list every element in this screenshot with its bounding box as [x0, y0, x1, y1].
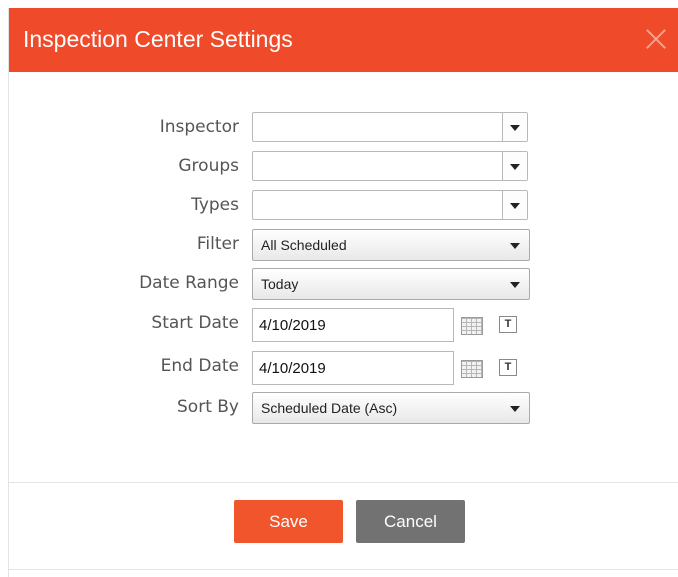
sort-by-label: Sort By [177, 397, 239, 417]
end-date-label: End Date [160, 356, 239, 376]
today-button[interactable]: T [499, 316, 517, 333]
inspector-label: Inspector [159, 117, 239, 137]
close-icon[interactable] [645, 28, 667, 50]
date-range-select[interactable]: Today [252, 268, 530, 300]
chevron-down-icon [510, 406, 520, 412]
date-range-row: Date Range Today [9, 268, 678, 300]
chevron-down-icon [510, 282, 520, 288]
bottom-divider [9, 569, 678, 570]
groups-dropdown-button[interactable] [502, 152, 527, 180]
cancel-button[interactable]: Cancel [356, 500, 465, 543]
today-button[interactable]: T [499, 359, 517, 376]
inspector-dropdown-button[interactable] [502, 113, 527, 141]
inspector-combobox[interactable] [252, 112, 528, 142]
sort-by-value: Scheduled Date (Asc) [261, 400, 398, 416]
start-date-row: Start Date 4/10/2019 T [9, 308, 678, 342]
chevron-down-icon [510, 203, 520, 209]
start-date-input[interactable]: 4/10/2019 [252, 308, 454, 342]
groups-combobox[interactable] [252, 151, 528, 181]
types-row: Types [9, 190, 678, 222]
filter-value: All Scheduled [261, 237, 347, 253]
chevron-down-icon [510, 125, 520, 131]
calendar-icon[interactable] [461, 360, 483, 378]
dialog-header: Inspection Center Settings [9, 8, 678, 72]
end-date-input[interactable]: 4/10/2019 [252, 351, 454, 385]
inspector-row: Inspector [9, 112, 678, 144]
groups-label: Groups [178, 156, 239, 176]
end-date-row: End Date 4/10/2019 T [9, 351, 678, 385]
footer-divider [9, 482, 678, 483]
chevron-down-icon [510, 243, 520, 249]
types-dropdown-button[interactable] [502, 191, 527, 219]
end-date-value: 4/10/2019 [259, 360, 326, 377]
date-range-label: Date Range [139, 273, 239, 293]
sort-by-select[interactable]: Scheduled Date (Asc) [252, 392, 530, 424]
filter-label: Filter [196, 234, 239, 254]
date-range-value: Today [261, 276, 299, 292]
save-button[interactable]: Save [234, 500, 343, 543]
groups-row: Groups [9, 151, 678, 183]
dialog-title: Inspection Center Settings [23, 26, 293, 52]
start-date-value: 4/10/2019 [259, 317, 326, 334]
filter-select[interactable]: All Scheduled [252, 229, 530, 261]
filter-row: Filter All Scheduled [9, 229, 678, 261]
types-label: Types [191, 195, 239, 215]
sort-by-row: Sort By Scheduled Date (Asc) [9, 392, 678, 424]
calendar-icon[interactable] [461, 317, 483, 335]
start-date-label: Start Date [151, 313, 239, 333]
types-combobox[interactable] [252, 190, 528, 220]
settings-dialog: Inspection Center Settings Inspector Gro… [8, 8, 678, 577]
chevron-down-icon [510, 164, 520, 170]
